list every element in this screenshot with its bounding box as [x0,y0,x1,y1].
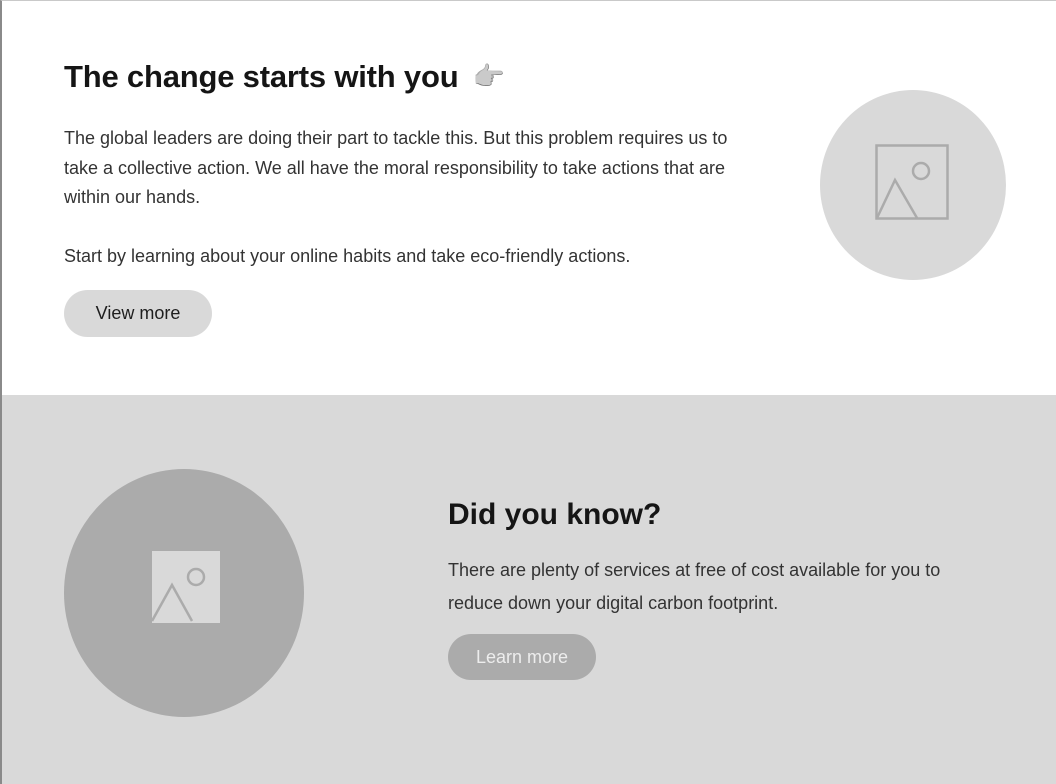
learn-more-button[interactable]: Learn more [448,634,596,680]
change-starts-section: The change starts with you 👉 The global … [2,1,1056,395]
image-placeholder-icon [875,144,949,220]
did-you-know-title: Did you know? [448,498,662,531]
section-body-call-to-action: Start by learning about your online habi… [64,246,631,266]
did-you-know-body: There are plenty of services at free of … [448,560,941,613]
pointing-hand-icon: 👉 [472,62,506,92]
page: The change starts with you 👉 The global … [0,0,1056,784]
view-more-button[interactable]: View more [64,290,212,337]
section-title-text: The change starts with you [64,59,459,94]
image-placeholder [820,90,1006,280]
section-title: The change starts with you 👉 [64,59,505,95]
image-placeholder [64,469,304,717]
section-body-paragraph: The global leaders are doing their part … [64,128,728,207]
image-placeholder-icon [152,551,220,623]
did-you-know-section: Did you know? There are plenty of servic… [2,395,1056,784]
